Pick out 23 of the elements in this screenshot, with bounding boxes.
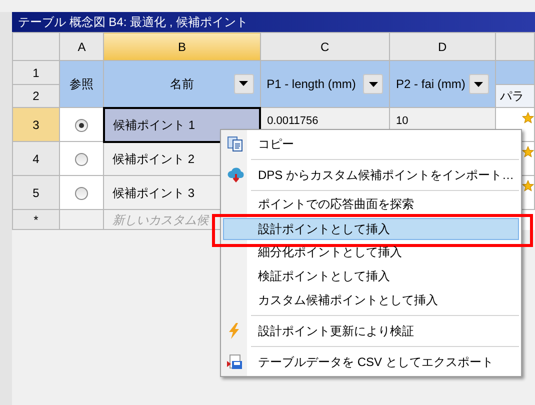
row-number: 2: [12, 84, 60, 108]
row-number[interactable]: 5: [12, 176, 60, 210]
row-number[interactable]: 4: [12, 142, 60, 176]
column-label: 名前: [170, 76, 194, 91]
menu-item[interactable]: 設計ポイントとして挿入: [223, 218, 519, 240]
menu-item[interactable]: カスタム候補ポイントとして挿入: [223, 288, 519, 312]
menu-item[interactable]: 設計ポイント更新により検証: [223, 319, 519, 343]
row-marker: *: [12, 210, 60, 230]
column-label: 参照: [70, 77, 94, 91]
table-cell[interactable]: 候補ポイント 1: [104, 108, 260, 142]
column-label: P2 - fai (mm): [396, 77, 466, 91]
column-header[interactable]: B: [104, 32, 260, 60]
column-label: パラ: [500, 89, 524, 103]
menu-item[interactable]: テーブルデータを CSV としてエクスポート: [223, 350, 519, 374]
window-title: テーブル 概念図 B4: 最適化 , 候補ポイント: [12, 12, 535, 32]
row-number: 1: [12, 60, 60, 84]
column-header[interactable]: C: [260, 32, 390, 60]
row-number[interactable]: 3: [12, 108, 60, 142]
column-label: P1 - length (mm): [266, 77, 356, 91]
menu-item[interactable]: 細分化ポイントとして挿入: [223, 240, 519, 264]
column-header[interactable]: D: [390, 32, 496, 60]
menu-item[interactable]: 検証ポイントとして挿入: [223, 264, 519, 288]
column-header[interactable]: A: [59, 32, 104, 60]
